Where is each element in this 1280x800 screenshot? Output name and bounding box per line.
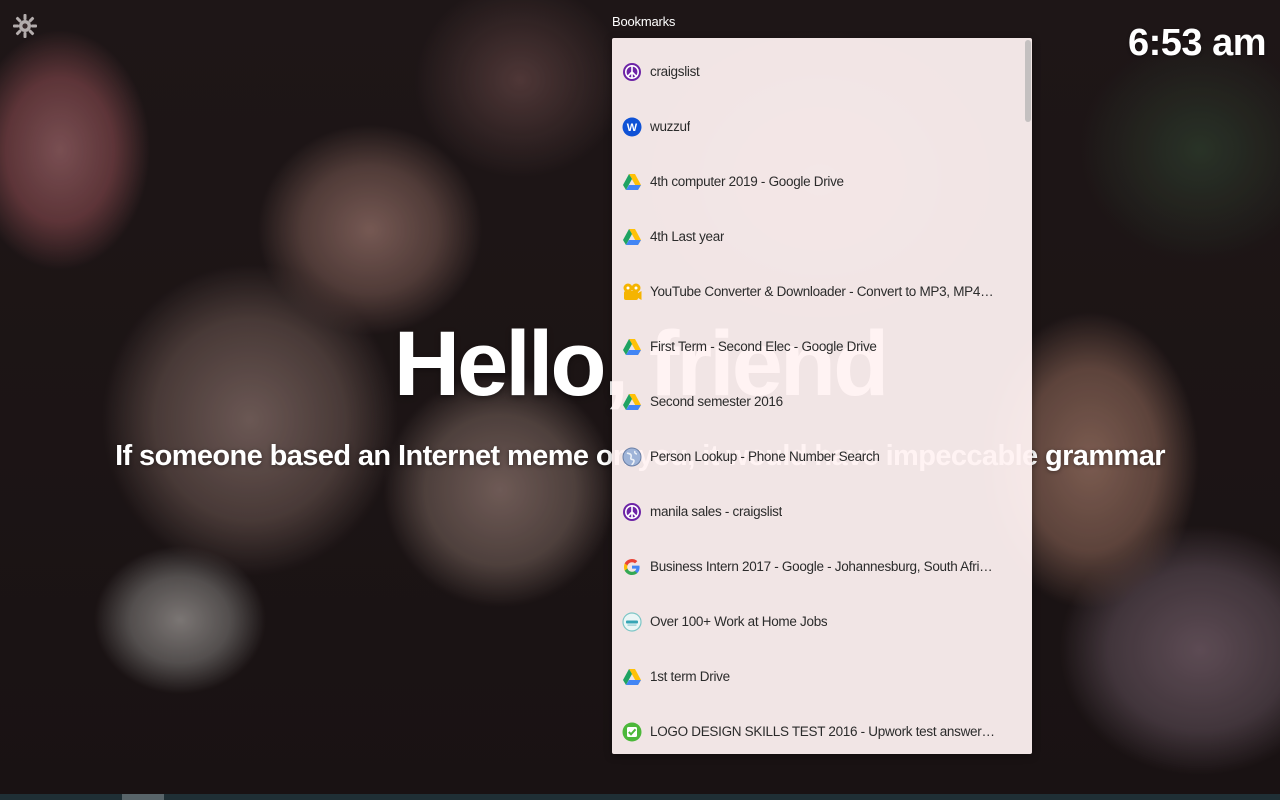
google-icon [622, 557, 642, 577]
google-drive-icon [622, 172, 642, 192]
bookmarks-list: craigslist W wuzzuf 4th computer 2019 - … [612, 38, 1032, 754]
google-drive-icon [622, 667, 642, 687]
bookmark-label: Business Intern 2017 - Google - Johannes… [650, 559, 995, 574]
bookmarks-scrollbar[interactable] [1024, 38, 1032, 754]
bookmark-item[interactable]: First Term - Second Elec - Google Drive [612, 319, 1032, 374]
scrollbar-thumb[interactable] [1025, 40, 1031, 122]
bookmark-item[interactable]: Over 100+ Work at Home Jobs [612, 594, 1032, 649]
globe-icon [622, 447, 642, 467]
bookmarks-title: Bookmarks [612, 14, 676, 29]
bookmark-label: wuzzuf [650, 119, 691, 134]
bookmark-label: First Term - Second Elec - Google Drive [650, 339, 877, 354]
converter-icon [622, 282, 642, 302]
bookmark-item[interactable]: 1st term Drive [612, 649, 1032, 704]
bookmark-label: 1st term Drive [650, 669, 730, 684]
bookmark-item[interactable]: YouTube Converter & Downloader - Convert… [612, 264, 1032, 319]
peace-icon [622, 502, 642, 522]
google-drive-icon [622, 337, 642, 357]
bookmark-item[interactable]: 4th Last year [612, 209, 1032, 264]
bookmark-label: YouTube Converter & Downloader - Convert… [650, 284, 995, 299]
wuzzuf-icon: W [622, 117, 642, 137]
peace-icon [622, 62, 642, 82]
bookmark-label: 4th computer 2019 - Google Drive [650, 174, 844, 189]
bookmark-label: Over 100+ Work at Home Jobs [650, 614, 828, 629]
bookmarks-panel: craigslist W wuzzuf 4th computer 2019 - … [612, 38, 1032, 754]
google-drive-icon [622, 227, 642, 247]
svg-text:W: W [627, 122, 638, 134]
bookmark-item[interactable]: manila sales - craigslist [612, 484, 1032, 539]
google-drive-icon [622, 392, 642, 412]
bottom-scrollbar-thumb[interactable] [122, 794, 164, 800]
bookmark-label: Second semester 2016 [650, 394, 783, 409]
bookmark-item[interactable]: Person Lookup - Phone Number Search [612, 429, 1032, 484]
bookmark-label: craigslist [650, 64, 700, 79]
checkbox-icon [622, 722, 642, 742]
bookmark-label: manila sales - craigslist [650, 504, 783, 519]
bookmark-item[interactable]: 4th computer 2019 - Google Drive [612, 154, 1032, 209]
bottom-scrollbar[interactable] [0, 794, 1280, 800]
bookmark-item[interactable]: LOGO DESIGN SKILLS TEST 2016 - Upwork te… [612, 704, 1032, 754]
bookmark-item[interactable]: W wuzzuf [612, 99, 1032, 154]
bookmark-label: 4th Last year [650, 229, 725, 244]
bookmark-item[interactable]: Business Intern 2017 - Google - Johannes… [612, 539, 1032, 594]
work-home-icon [622, 611, 642, 632]
bookmark-label: Person Lookup - Phone Number Search [650, 449, 880, 464]
bookmark-label: LOGO DESIGN SKILLS TEST 2016 - Upwork te… [650, 724, 995, 739]
clock: 6:53 am [1127, 22, 1267, 64]
settings-gear-icon[interactable] [12, 13, 38, 39]
bookmark-item[interactable]: craigslist [612, 44, 1032, 99]
bookmark-item[interactable]: Second semester 2016 [612, 374, 1032, 429]
